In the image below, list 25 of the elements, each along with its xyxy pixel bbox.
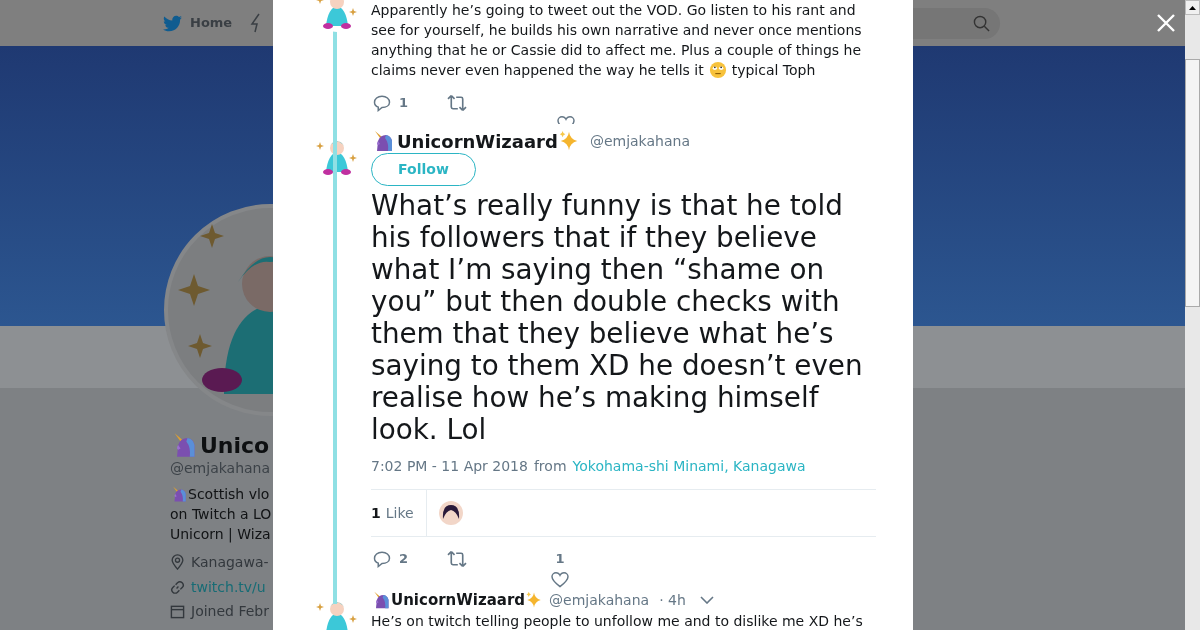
tweet-text: He’s on twitch telling people to unfollow me and to dislike me XD he’s xyxy=(371,612,864,630)
home-nav-link[interactable]: Home xyxy=(190,13,233,33)
likes-label[interactable]: Like xyxy=(385,502,414,524)
tweet-text-line: claims never even happened the way he tells it xyxy=(371,60,704,80)
likes-count[interactable]: 1 xyxy=(371,502,381,524)
tweet-timestamp: 7:02 PM - 11 Apr 2018 xyxy=(371,456,528,476)
location-link[interactable]: Yokohama-shi Minami, Kanagawa xyxy=(572,455,806,477)
profile-joined-date: Joined Febr xyxy=(191,601,269,621)
profile-bio-line: Unicorn | Wiza xyxy=(170,525,272,544)
author-name[interactable]: UnicornWizaard xyxy=(391,588,526,612)
like-count: 1 xyxy=(555,550,565,568)
from-label: from xyxy=(533,456,567,476)
profile-location: Kanagawa- xyxy=(191,552,269,572)
profile-handle: @emjakahana xyxy=(170,459,272,478)
profile-name: Unico xyxy=(200,431,270,460)
author-handle[interactable]: @emjakahana xyxy=(549,589,650,611)
profile-bio-line: on Twitch a LO xyxy=(170,505,273,524)
author-name[interactable]: UnicornWizaard xyxy=(397,127,558,155)
tweet-text: What’s really funny is that he told his followers that if they believe what I’m saying then “shame on you” but then double checks with them that they believe what he’s saying to them XD he doesn’t even realise how he’s making himself look. Lol xyxy=(371,190,864,446)
reply-count: 1 xyxy=(399,94,410,113)
reply-count: 2 xyxy=(399,550,410,569)
tweet-text-end: typical Toph xyxy=(731,60,816,80)
author-handle[interactable]: @emjakahana xyxy=(589,130,690,152)
profile-bio-line: Scottish vlo xyxy=(188,485,270,504)
tweet-age: · 4h xyxy=(659,590,686,610)
